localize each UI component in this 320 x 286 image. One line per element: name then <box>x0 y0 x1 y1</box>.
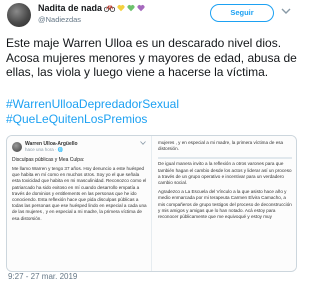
embedded-avatar <box>12 142 22 152</box>
embedded-paragraph: Agradezco a La Escuela del Vínculo a la … <box>158 189 292 220</box>
chevron-down-icon[interactable] <box>280 6 292 16</box>
embedded-post-body: mujeres , y en especial a mi madre, la p… <box>158 140 292 220</box>
tweet-header: Nadita de nada @Nadiezdas Seguir <box>0 0 300 32</box>
avatar[interactable] <box>7 3 31 27</box>
bicycle-icon <box>104 5 116 12</box>
embedded-post-title: Disculpas públicas y Mea Culpa: <box>12 157 85 163</box>
tweet-timestamp[interactable]: 9:27 - 27 mar. 2019 <box>8 272 77 281</box>
tweet-body: Este maje Warren Ulloa es un descarado n… <box>6 36 297 79</box>
hashtag-link[interactable]: #QueLeQuitenLosPremios <box>6 112 298 127</box>
tweet-text: Este maje Warren Ulloa es un descarado n… <box>6 36 298 80</box>
hashtag-link[interactable]: #WarrenUlloaDepredadorSexual <box>6 97 298 112</box>
author-handle[interactable]: @Nadiezdas <box>38 15 81 24</box>
divider <box>158 157 292 160</box>
media-image-right[interactable]: mujeres , y en especial a mi madre, la p… <box>152 136 296 271</box>
embedded-paragraph: De igual manera invito a la reflexión a … <box>158 161 292 186</box>
embedded-post-body: Me llamo Warren y tengo 37 años. Hoy den… <box>12 166 148 222</box>
green-heart-icon <box>127 4 135 12</box>
display-name-text: Nadita de nada <box>38 3 103 13</box>
hashtag-list: #WarrenUlloaDepredadorSexual #QueLeQuite… <box>6 97 298 126</box>
author-display-name[interactable]: Nadita de nada <box>38 3 145 13</box>
embedded-post-time: hace una hora · 🌐 <box>25 147 64 152</box>
embedded-paragraph: mujeres , y en especial a mi madre, la p… <box>158 140 284 152</box>
embedded-paragraph: Me llamo Warren y tengo 37 años. Hoy den… <box>12 166 147 221</box>
attached-media[interactable]: Warren Ulloa-Argüello hace una hora · 🌐 … <box>6 135 297 272</box>
purple-heart-icon <box>137 4 145 12</box>
yellow-heart-icon <box>117 4 125 12</box>
follow-button[interactable]: Seguir <box>210 4 274 22</box>
name-emojis <box>104 4 145 12</box>
media-image-left[interactable]: Warren Ulloa-Argüello hace una hora · 🌐 … <box>7 136 152 271</box>
chevron-down-icon <box>140 141 146 145</box>
